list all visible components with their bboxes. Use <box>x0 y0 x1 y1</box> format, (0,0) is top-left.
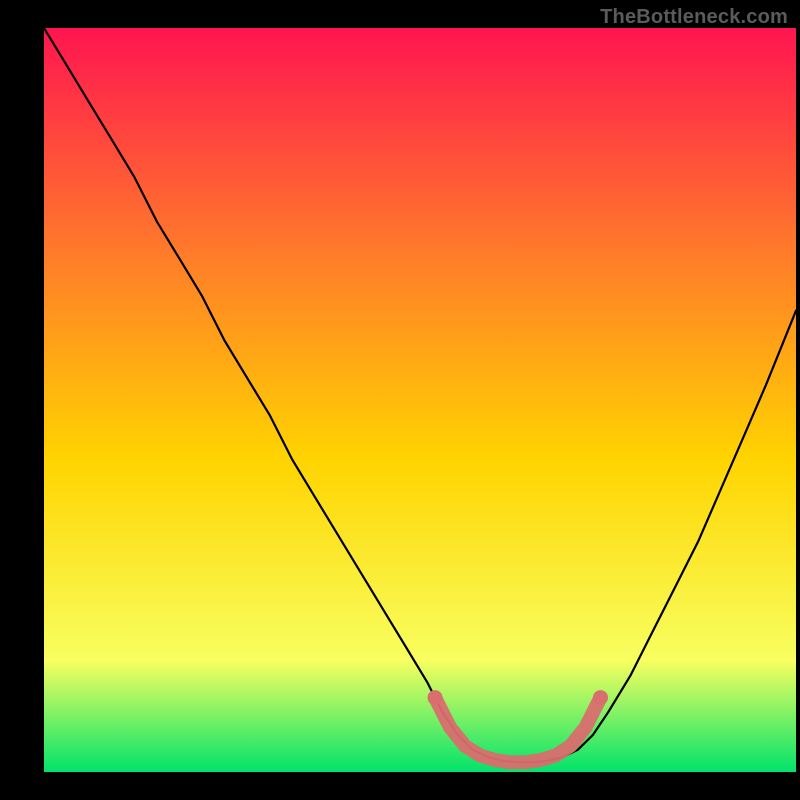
watermark-text: TheBottleneck.com <box>600 6 788 29</box>
chart-svg <box>0 0 800 800</box>
segment-end-right-dot <box>593 690 608 705</box>
bottleneck-chart: TheBottleneck.com <box>0 0 800 800</box>
segment-end-left-dot <box>428 690 443 705</box>
